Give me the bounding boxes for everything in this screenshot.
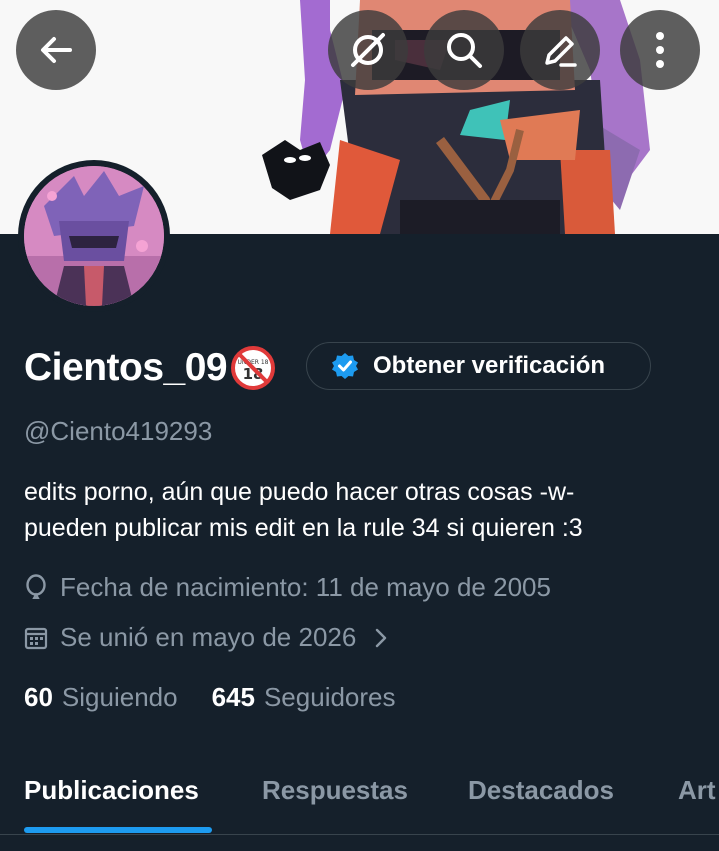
avatar[interactable] — [18, 160, 170, 312]
verified-badge-icon — [332, 353, 358, 379]
following-link[interactable]: 60 Siguiendo — [24, 682, 178, 713]
tabs-divider — [0, 834, 719, 835]
tab-destacados[interactable]: Destacados — [468, 760, 614, 820]
name-row: Cientos_09 UNDER 18 18 — [24, 342, 276, 394]
follow-stats: 60 Siguiendo 645 Seguidores — [24, 682, 396, 713]
following-label: Siguiendo — [61, 682, 178, 712]
tab-art[interactable]: Art — [678, 760, 716, 820]
username-handle: @Ciento419293 — [24, 416, 213, 446]
profile-page: Cientos_09 UNDER 18 18 Obtener verificac… — [0, 0, 719, 851]
back-button[interactable] — [16, 10, 96, 90]
calendar-icon — [24, 627, 48, 649]
followers-label: Seguidores — [263, 682, 396, 712]
birth-date: Fecha de nacimiento: 11 de mayo de 2005 — [24, 572, 551, 603]
join-date-text: Se unió en mayo de 2026 — [60, 622, 357, 652]
bio-line-2: pueden publicar mis edit en la rule 34 s… — [24, 514, 583, 542]
tab-publicaciones[interactable]: Publicaciones — [24, 760, 199, 820]
search-icon — [447, 33, 482, 68]
more-vertical-icon — [656, 32, 664, 68]
active-tab-indicator — [24, 827, 212, 833]
grok-button[interactable] — [328, 10, 408, 90]
join-date[interactable]: Se unió en mayo de 2026 — [24, 622, 400, 653]
more-options-button[interactable] — [620, 10, 700, 90]
get-verified-label: Obtener verificación — [373, 352, 606, 379]
tab-respuestas[interactable]: Respuestas — [262, 760, 408, 820]
balloon-icon — [26, 573, 46, 599]
bio-line-1: edits porno, aún que puedo hacer otras c… — [24, 478, 575, 506]
profile-tabs: Publicaciones Respuestas Destacados Art — [0, 760, 719, 836]
birth-date-text: Fecha de nacimiento: 11 de mayo de 2005 — [60, 572, 551, 602]
edit-icon — [545, 36, 577, 67]
get-verified-button[interactable]: Obtener verificación — [306, 342, 651, 390]
back-arrow-icon — [41, 37, 72, 63]
edit-profile-button[interactable] — [520, 10, 600, 90]
followers-link[interactable]: 645 Seguidores — [212, 682, 396, 713]
avatar-illustration — [24, 166, 164, 306]
display-name: Cientos_09 — [24, 346, 228, 389]
grok-icon — [351, 33, 385, 67]
under-18-icon: UNDER 18 18 — [231, 346, 276, 390]
chevron-right-icon — [376, 628, 387, 647]
following-count: 60 — [24, 682, 53, 712]
followers-count: 645 — [211, 682, 255, 712]
avatar-image — [24, 166, 164, 306]
search-button[interactable] — [424, 10, 504, 90]
profile-bio: edits porno, aún que puedo hacer otras c… — [24, 474, 704, 546]
